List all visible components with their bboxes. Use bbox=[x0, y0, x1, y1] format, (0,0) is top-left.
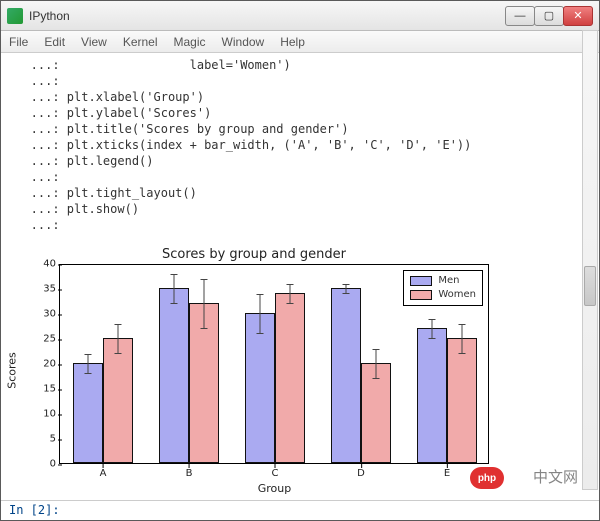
menu-edit[interactable]: Edit bbox=[44, 35, 65, 49]
x-axis-label: Group bbox=[258, 482, 292, 495]
y-tick: 30 bbox=[32, 309, 56, 320]
watermark-text: 中文网 bbox=[533, 466, 578, 487]
x-tick: D bbox=[357, 468, 365, 479]
code-line: ...: plt.show() bbox=[9, 201, 591, 217]
menu-view[interactable]: View bbox=[81, 35, 107, 49]
code-line: ...: plt.xlabel('Group') bbox=[9, 89, 591, 105]
x-tick: B bbox=[186, 468, 193, 479]
y-tick: 25 bbox=[32, 334, 56, 345]
error-bar bbox=[462, 324, 463, 354]
scrollbar[interactable] bbox=[582, 30, 598, 490]
bar-men bbox=[245, 313, 275, 463]
menubar: File Edit View Kernel Magic Window Help bbox=[1, 31, 599, 53]
code-line: ...: plt.legend() bbox=[9, 153, 591, 169]
error-bar bbox=[118, 324, 119, 354]
y-tick: 5 bbox=[32, 434, 56, 445]
window-title: IPython bbox=[29, 9, 506, 23]
window-buttons: — ▢ ✕ bbox=[506, 6, 593, 26]
minimize-button[interactable]: — bbox=[505, 6, 535, 26]
legend-label-women: Women bbox=[438, 288, 476, 302]
menu-magic[interactable]: Magic bbox=[174, 35, 206, 49]
error-bar bbox=[345, 284, 346, 294]
code-line: ...: plt.tight_layout() bbox=[9, 185, 591, 201]
bar-men bbox=[417, 328, 447, 463]
app-icon bbox=[7, 8, 23, 24]
error-bar bbox=[259, 294, 260, 334]
error-bar bbox=[290, 284, 291, 304]
watermark-badge: php bbox=[470, 467, 504, 489]
y-tick: 10 bbox=[32, 409, 56, 420]
chart: Scores by group and gender Scores Group … bbox=[29, 247, 479, 497]
bar-women bbox=[447, 338, 477, 463]
legend: Men Women bbox=[403, 270, 483, 306]
code-line: ...: plt.title('Scores by group and gend… bbox=[9, 121, 591, 137]
code-line: ...: label='Women') bbox=[9, 57, 591, 73]
code-line: ...: bbox=[9, 73, 591, 89]
y-tick: 0 bbox=[32, 459, 56, 470]
code-line: ...: plt.ylabel('Scores') bbox=[9, 105, 591, 121]
y-tick: 40 bbox=[32, 259, 56, 270]
menu-file[interactable]: File bbox=[9, 35, 28, 49]
error-bar bbox=[204, 279, 205, 329]
y-tick: 20 bbox=[32, 359, 56, 370]
titlebar[interactable]: IPython — ▢ ✕ bbox=[1, 1, 599, 31]
bar-men bbox=[159, 288, 189, 463]
y-tick: 15 bbox=[32, 384, 56, 395]
scrollbar-thumb[interactable] bbox=[584, 266, 596, 306]
legend-label-men: Men bbox=[438, 274, 459, 288]
legend-swatch-men bbox=[410, 276, 432, 286]
y-tick: 35 bbox=[32, 284, 56, 295]
input-prompt[interactable]: In [2]: bbox=[1, 500, 599, 520]
error-bar bbox=[173, 274, 174, 304]
code-line: ...: plt.xticks(index + bar_width, ('A',… bbox=[9, 137, 591, 153]
x-tick: A bbox=[100, 468, 107, 479]
legend-swatch-women bbox=[410, 290, 432, 300]
x-tick: C bbox=[272, 468, 279, 479]
error-bar bbox=[431, 319, 432, 339]
x-tick: E bbox=[444, 468, 450, 479]
bar-men bbox=[73, 363, 103, 463]
code-line: ...: bbox=[9, 217, 591, 233]
app-window: IPython — ▢ ✕ File Edit View Kernel Magi… bbox=[0, 0, 600, 521]
legend-item-men: Men bbox=[410, 274, 476, 288]
maximize-button[interactable]: ▢ bbox=[534, 6, 564, 26]
legend-item-women: Women bbox=[410, 288, 476, 302]
menu-kernel[interactable]: Kernel bbox=[123, 35, 158, 49]
bar-women bbox=[275, 293, 305, 463]
code-line: ...: bbox=[9, 169, 591, 185]
error-bar bbox=[87, 354, 88, 374]
error-bar bbox=[376, 349, 377, 379]
bar-women bbox=[103, 338, 133, 463]
bar-men bbox=[331, 288, 361, 463]
y-axis-label: Scores bbox=[6, 352, 19, 389]
plot-area: Scores Group Men Women 0510152025303540A… bbox=[59, 264, 489, 464]
chart-title: Scores by group and gender bbox=[29, 247, 479, 262]
menu-window[interactable]: Window bbox=[222, 35, 265, 49]
console-content[interactable]: ...: label='Women') ...: ...: plt.xlabel… bbox=[1, 53, 599, 500]
close-button[interactable]: ✕ bbox=[563, 6, 593, 26]
menu-help[interactable]: Help bbox=[280, 35, 305, 49]
